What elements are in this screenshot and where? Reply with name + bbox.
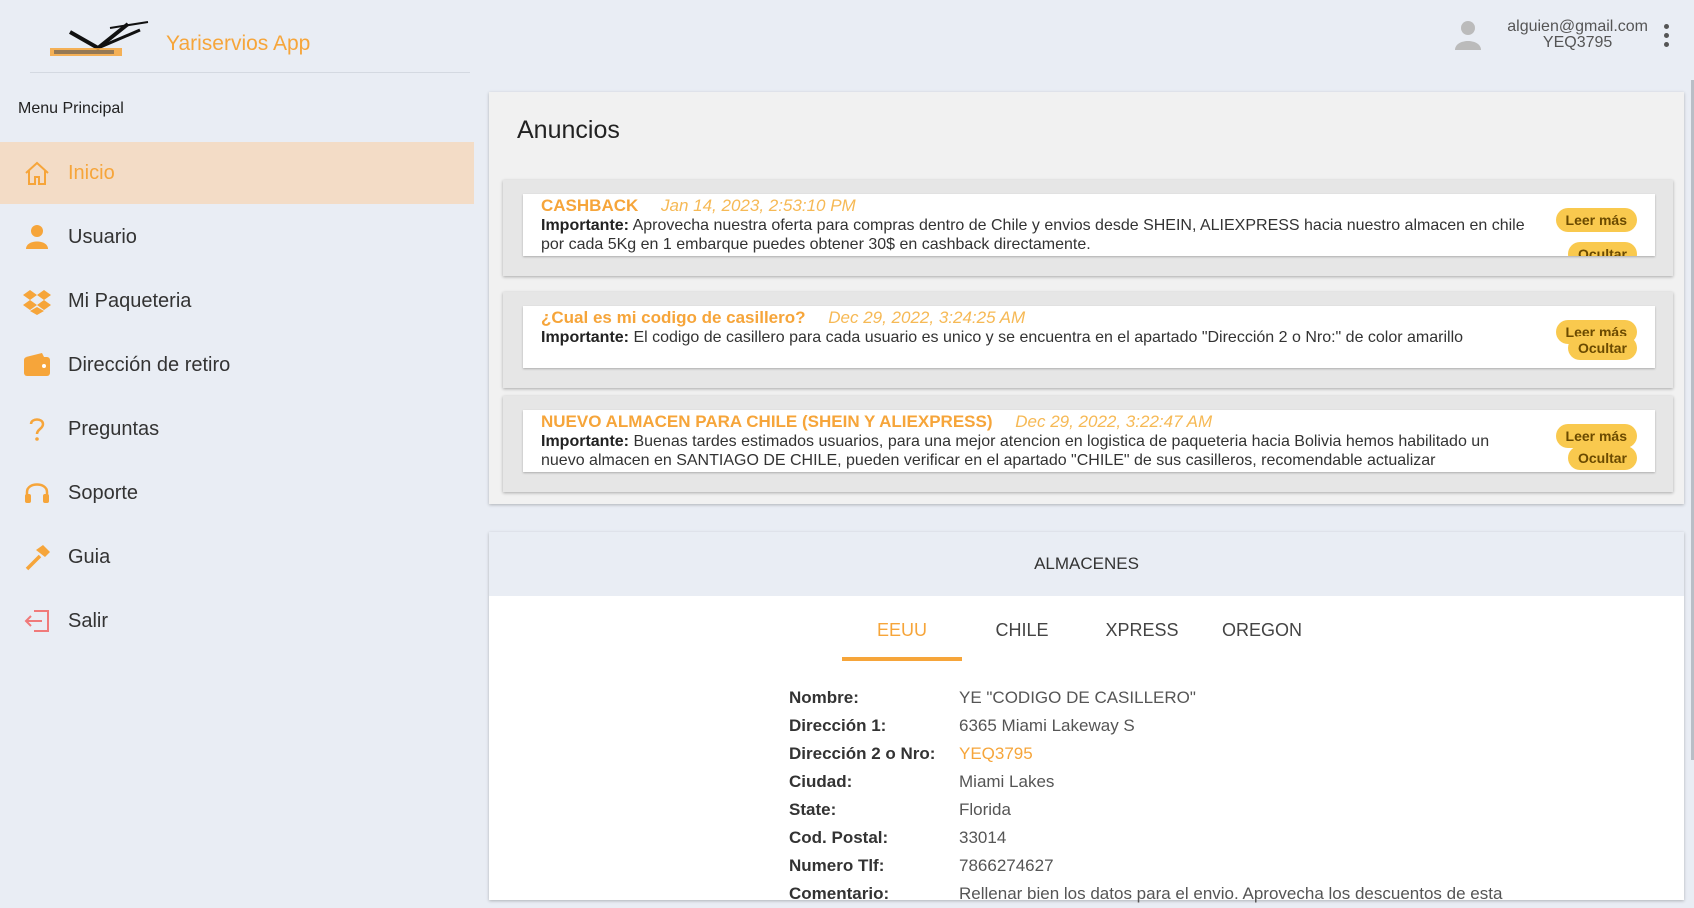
announcement-content: CASHBACK Jan 14, 2023, 2:53:10 PM Import… (523, 194, 1655, 256)
sidebar-item-label: Soporte (68, 481, 139, 504)
announcements-title: Anuncios (517, 116, 620, 144)
sidebar-nav: Inicio Usuario Mi Paqueteria Dirección d… (0, 142, 474, 654)
field-row: Ciudad: Miami Lakes (789, 768, 1502, 796)
home-icon (20, 156, 54, 190)
sidebar-item-label: Usuario (68, 225, 137, 248)
announcement-body-text: Aprovecha nuestra oferta para compras de… (541, 217, 1525, 253)
sidebar-item-paqueteria[interactable]: Mi Paqueteria (0, 270, 474, 332)
wallet-icon (20, 348, 54, 382)
announcement-date: Dec 29, 2022, 3:24:25 AM (828, 308, 1026, 327)
field-label: Dirección 2 o Nro: (789, 744, 936, 763)
user-menu[interactable]: alguien@gmail.com YEQ3795 (1453, 18, 1670, 52)
warehouse-tabs: EEUU CHILE XPRESS OREGON (842, 620, 1322, 661)
sidebar-item-label: Salir (68, 609, 109, 632)
field-label: Numero Tlf: (789, 856, 885, 875)
announcement-body-text: Buenas tardes estimados usuarios, para u… (541, 433, 1490, 469)
field-row: State: Florida (789, 796, 1502, 824)
field-label: Ciudad: (789, 772, 853, 791)
read-more-button[interactable]: Leer más (1555, 424, 1637, 448)
field-value: Florida (959, 800, 1011, 819)
announcement-card: NUEVO ALMACEN PARA CHILE (SHEIN Y ALIEXP… (503, 396, 1673, 492)
sidebar-item-label: Guia (68, 545, 111, 568)
sidebar-item-usuario[interactable]: Usuario (0, 206, 474, 268)
field-label: Comentario: (789, 884, 890, 903)
sidebar-item-guia[interactable]: Guia (0, 526, 474, 588)
user-icon (20, 220, 54, 254)
warehouse-address: Nombre: YE "CODIGO DE CASILLERO" Direcció… (789, 684, 1502, 908)
warehouses-title: ALMACENES (489, 532, 1684, 596)
announcement-date: Jan 14, 2023, 2:53:10 PM (661, 196, 856, 215)
field-label: Dirección 1: (789, 716, 887, 735)
field-row: Dirección 2 o Nro: YEQ3795 (789, 740, 1502, 768)
announcement-body: Importante: Buenas tardes estimados usua… (541, 432, 1535, 470)
announcement-card: ¿Cual es mi codigo de casillero? Dec 29,… (503, 292, 1673, 388)
tab-chile[interactable]: CHILE (962, 620, 1082, 661)
question-icon (20, 412, 54, 446)
sidebar-item-label: Dirección de retiro (68, 353, 231, 376)
field-label: Cod. Postal: (789, 828, 889, 847)
locker-code-value: YEQ3795 (959, 744, 1033, 763)
headset-icon (20, 476, 54, 510)
announcement-content: NUEVO ALMACEN PARA CHILE (SHEIN Y ALIEXP… (523, 410, 1655, 472)
field-label: Nombre: (789, 688, 859, 707)
field-value: 33014 (959, 828, 1007, 847)
more-vert-icon[interactable] (1662, 20, 1670, 50)
field-row: Comentario: Rellenar bien los datos para … (789, 880, 1502, 908)
field-value: Miami Lakes (959, 772, 1055, 791)
field-value: Rellenar bien los datos para el envio. A… (959, 884, 1503, 903)
field-row: Dirección 1: 6365 Miami Lakeway S (789, 712, 1502, 740)
user-email: alguien@gmail.com (1507, 18, 1648, 35)
field-value: 7866274627 (959, 856, 1054, 875)
field-row: Cod. Postal: 33014 (789, 824, 1502, 852)
field-label: State: (789, 800, 837, 819)
field-row: Nombre: YE "CODIGO DE CASILLERO" (789, 684, 1502, 712)
user-info: alguien@gmail.com YEQ3795 (1507, 19, 1648, 51)
announcement-body-label: Importante: (541, 433, 629, 450)
tab-xpress[interactable]: XPRESS (1082, 620, 1202, 661)
announcement-date: Dec 29, 2022, 3:22:47 AM (1015, 412, 1213, 431)
warehouses-panel: ALMACENES EEUU CHILE XPRESS OREGON Nombr… (489, 532, 1684, 903)
read-more-button[interactable]: Leer más (1555, 208, 1637, 232)
logout-icon (20, 604, 54, 638)
field-value: 6365 Miami Lakeway S (959, 716, 1135, 735)
hammer-icon (20, 540, 54, 574)
announcement-body: Importante: El codigo de casillero para … (541, 328, 1535, 347)
announcement-body-text: El codigo de casillero para cada usuario… (633, 329, 1464, 346)
announcements-panel: Anuncios CASHBACK Jan 14, 2023, 2:53:10 … (489, 92, 1684, 504)
sidebar-item-salir[interactable]: Salir (0, 590, 474, 652)
hide-button[interactable]: Ocultar (1567, 242, 1637, 256)
announcement-body-label: Importante: (541, 329, 629, 346)
avatar-icon[interactable] (1453, 18, 1483, 52)
hide-button[interactable]: Ocultar (1567, 446, 1637, 470)
brand-header: Yariservios App (30, 14, 470, 73)
sidebar-item-label: Inicio (68, 161, 115, 184)
field-value: YE "CODIGO DE CASILLERO" (959, 688, 1196, 707)
tab-oregon[interactable]: OREGON (1202, 620, 1322, 661)
sidebar-item-inicio[interactable]: Inicio (0, 142, 474, 204)
tab-eeuu[interactable]: EEUU (842, 620, 962, 661)
sidebar-item-direccion-retiro[interactable]: Dirección de retiro (0, 334, 474, 396)
announcement-body: Importante: Aprovecha nuestra oferta par… (541, 216, 1535, 254)
announcement-card: CASHBACK Jan 14, 2023, 2:53:10 PM Import… (503, 180, 1673, 276)
sidebar-item-label: Mi Paqueteria (68, 289, 192, 312)
announcement-content: ¿Cual es mi codigo de casillero? Dec 29,… (523, 306, 1655, 368)
announcement-body-label: Importante: (541, 217, 629, 234)
app-logo (50, 21, 149, 56)
user-code: YEQ3795 (1542, 34, 1613, 51)
menu-title: Menu Principal (18, 100, 124, 117)
sidebar-item-label: Preguntas (68, 417, 160, 440)
announcement-title: NUEVO ALMACEN PARA CHILE (SHEIN Y ALIEXP… (541, 412, 993, 431)
field-row: Numero Tlf: 7866274627 (789, 852, 1502, 880)
dropbox-icon (20, 284, 54, 318)
sidebar-item-preguntas[interactable]: Preguntas (0, 398, 474, 460)
announcement-title: CASHBACK (541, 196, 639, 215)
announcement-header: ¿Cual es mi codigo de casillero? Dec 29,… (541, 308, 1025, 328)
app-name: Yariservios App (166, 32, 311, 55)
sidebar-item-soporte[interactable]: Soporte (0, 462, 474, 524)
hide-button[interactable]: Ocultar (1567, 336, 1637, 360)
announcement-header: NUEVO ALMACEN PARA CHILE (SHEIN Y ALIEXP… (541, 412, 1212, 432)
announcement-title: ¿Cual es mi codigo de casillero? (541, 308, 806, 327)
announcement-header: CASHBACK Jan 14, 2023, 2:53:10 PM (541, 196, 856, 216)
